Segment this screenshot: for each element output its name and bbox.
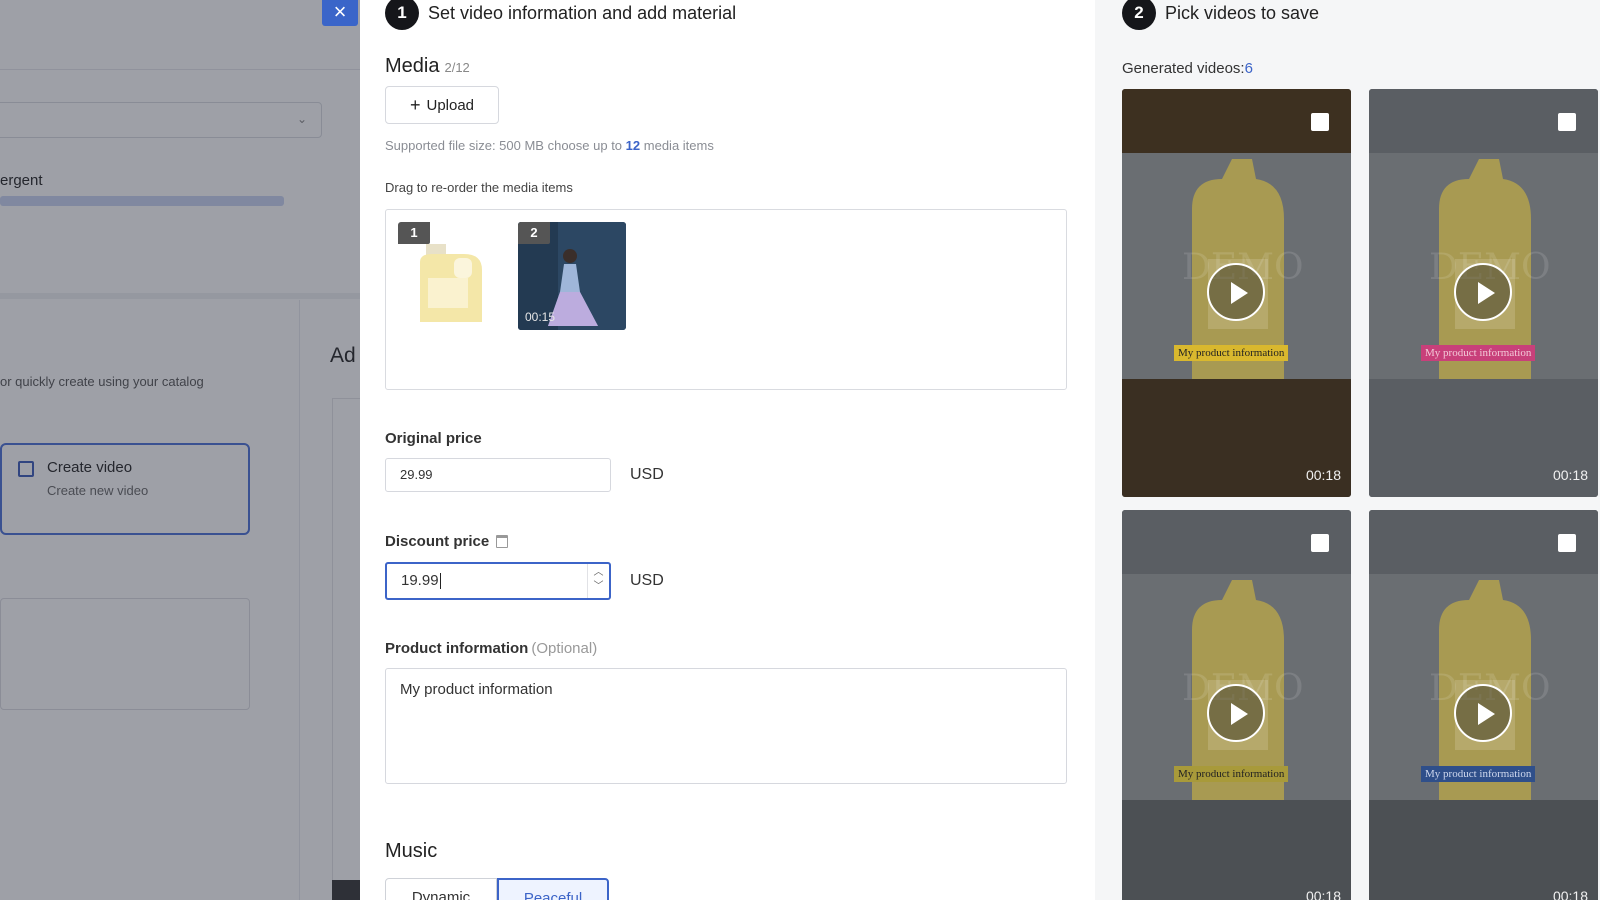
number-stepper[interactable]: ︿ ﹀ [587,564,609,598]
video-select-checkbox[interactable] [1558,534,1576,552]
plus-icon: + [409,95,421,115]
original-price-input[interactable]: 29.99 [385,458,611,492]
original-price-unit: USD [630,466,664,483]
media-item[interactable]: 2 00:15 [518,222,626,330]
generated-label-text: Generated videos: [1122,60,1245,77]
media-duration: 00:15 [525,310,556,324]
video-card[interactable]: DEMO My product information 00:18 [1369,510,1598,900]
video-caption: My product information [1421,766,1536,782]
discount-price-label: Discount price [385,533,509,550]
video-duration: 00:18 [1552,467,1588,483]
drag-hint: Drag to re-order the media items [385,180,573,195]
media-title: Media 2/12 [385,55,470,78]
media-title-text: Media [385,55,440,77]
discount-price-input[interactable]: 19.99 ︿ ﹀ [385,562,611,600]
video-duration: 00:18 [1552,888,1588,900]
video-select-checkbox[interactable] [1311,534,1329,552]
media-item[interactable]: 1 [398,222,506,330]
hint-prefix: Supported file size: 500 MB choose up to [385,138,623,153]
video-card[interactable]: DEMO My product information 00:18 [1122,89,1351,497]
step-1-header: 1 Set video information and add material [385,0,736,30]
step-number: 1 [385,0,419,30]
video-band [1369,800,1598,900]
media-count: 2/12 [444,60,470,75]
step-2-header: 2 Pick videos to save [1122,0,1319,30]
text-cursor [439,573,441,590]
pick-videos-panel: 2 Pick videos to save Generated videos:6… [1095,0,1600,900]
optional-tag: (Optional) [531,640,598,657]
upload-hint: Supported file size: 500 MB choose up to… [385,138,714,153]
video-duration: 00:18 [1305,888,1341,900]
play-icon[interactable] [1207,263,1265,321]
chevron-down-icon[interactable]: ﹀ [588,580,609,594]
media-index-badge: 2 [518,222,550,244]
music-options: Dynamic Peaceful [385,878,609,900]
close-icon: × [333,0,347,24]
step-number: 2 [1122,0,1156,30]
video-duration: 00:18 [1305,467,1341,483]
hint-max: 12 [625,138,641,153]
media-list: 1 2 00:15 [385,209,1067,390]
video-select-checkbox[interactable] [1558,113,1576,131]
video-caption: My product information [1174,345,1289,361]
discount-price-unit: USD [630,572,664,589]
video-card[interactable]: DEMO My product information 00:18 [1369,89,1598,497]
play-icon[interactable] [1207,684,1265,742]
original-price-label: Original price [385,430,482,447]
trash-icon[interactable] [496,535,509,548]
music-option-peaceful[interactable]: Peaceful [497,878,609,900]
generated-count: 6 [1244,60,1253,77]
music-title: Music [385,840,438,862]
upload-label: Upload [426,96,475,114]
product-info-label: Product information (Optional) [385,640,597,657]
discount-price-value: 19.99 [401,572,439,589]
video-select-checkbox[interactable] [1311,113,1329,131]
video-card[interactable]: DEMO My product information 00:18 [1122,510,1351,900]
video-info-panel: 1 Set video information and add material… [360,0,1095,900]
modal-overlay [0,0,360,900]
step-title: Pick videos to save [1165,2,1320,23]
product-info-textarea[interactable]: My product information [385,668,1067,784]
step-title: Set video information and add material [428,2,737,23]
video-band [1122,800,1351,900]
upload-button[interactable]: + Upload [385,86,499,124]
product-info-label-text: Product information [385,640,529,657]
video-caption: My product information [1174,766,1289,782]
play-icon[interactable] [1454,684,1512,742]
discount-price-label-text: Discount price [385,533,490,550]
chevron-up-icon[interactable]: ︿ [588,566,609,580]
play-icon[interactable] [1454,263,1512,321]
close-button[interactable]: × [322,0,358,26]
generated-videos-label: Generated videos:6 [1122,60,1253,77]
hint-suffix: media items [643,138,714,153]
video-caption: My product information [1421,345,1536,361]
media-index-badge: 1 [398,222,430,244]
music-option-dynamic[interactable]: Dynamic [385,878,497,900]
